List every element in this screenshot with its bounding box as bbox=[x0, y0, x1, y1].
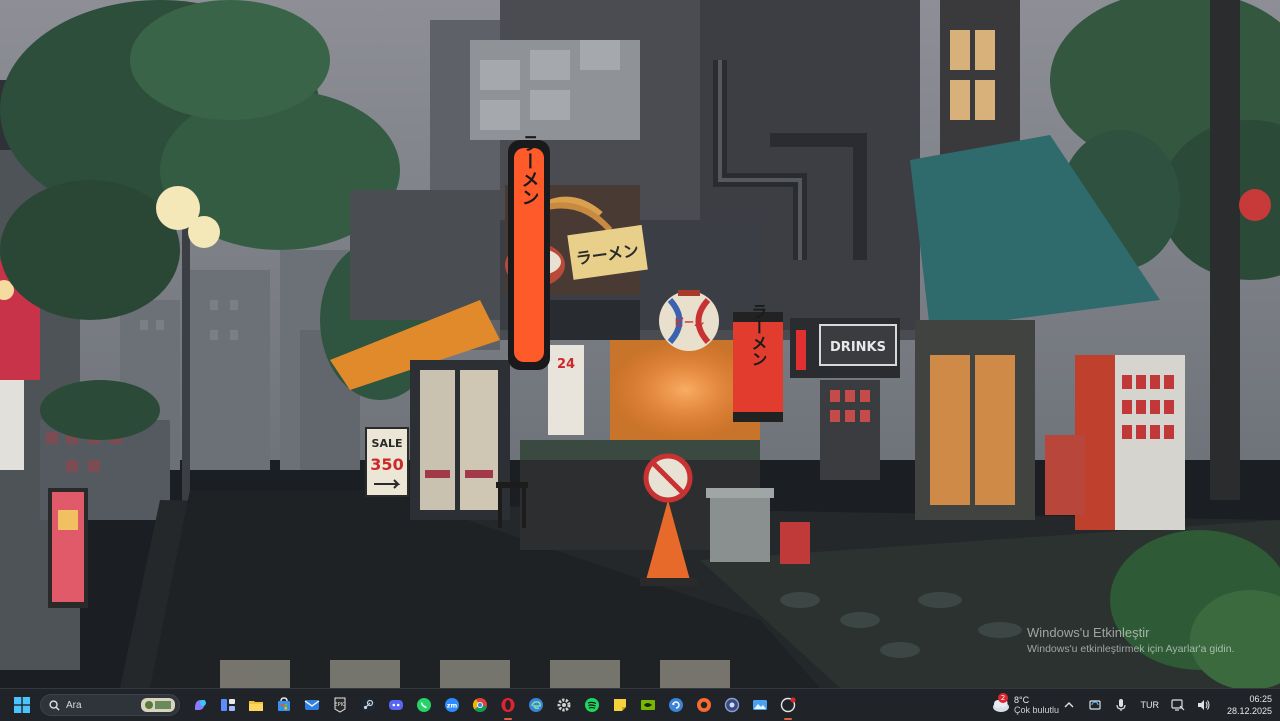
beer-lantern: ビール bbox=[674, 316, 704, 329]
edge-icon bbox=[529, 698, 543, 712]
display-network-icon bbox=[1171, 699, 1185, 711]
settings-icon bbox=[557, 698, 571, 712]
chrome-icon bbox=[472, 698, 487, 713]
zoom-button[interactable]: zm bbox=[440, 693, 464, 717]
activation-subtitle: Windows'u etkinleştirmek için Ayarlar'a … bbox=[1027, 643, 1235, 655]
chevron-up-icon bbox=[1064, 702, 1074, 708]
origin-icon bbox=[697, 698, 711, 712]
input-language[interactable]: TUR bbox=[1140, 700, 1159, 710]
update-icon bbox=[669, 698, 683, 712]
spotify-icon bbox=[585, 698, 599, 712]
microphone-tray-button[interactable] bbox=[1113, 697, 1129, 713]
sticky-notes-button[interactable] bbox=[608, 693, 632, 717]
store-icon bbox=[278, 697, 290, 711]
discord-icon bbox=[389, 700, 403, 710]
taskbar: Ara EPIC zm 2 8°C Çok bulutlu TUR 06:25 … bbox=[0, 688, 1280, 721]
opera-icon bbox=[501, 698, 515, 712]
activation-title: Windows'u Etkinleştir bbox=[1027, 625, 1150, 640]
search-placeholder: Ara bbox=[66, 699, 82, 711]
opera-button[interactable] bbox=[496, 693, 520, 720]
whatsapp-button[interactable] bbox=[412, 693, 436, 717]
pixel-street-scene: 24 ラーメン ラーメン ビール ラーメン DRINKS SALE 350 bbox=[0, 0, 1280, 688]
activation-watermark: Windows'u Etkinleştir Windows'u etkinleş… bbox=[1027, 625, 1234, 655]
epic-games-button[interactable]: EPIC bbox=[328, 693, 352, 717]
whatsapp-business-icon bbox=[780, 697, 796, 713]
app-circle-icon bbox=[724, 697, 740, 713]
app-circle-button[interactable] bbox=[720, 693, 744, 717]
show-hidden-icons-button[interactable] bbox=[1061, 697, 1077, 713]
steam-icon bbox=[361, 698, 375, 712]
network-tray-button[interactable] bbox=[1170, 697, 1186, 713]
epic-games-icon: EPIC bbox=[334, 697, 346, 713]
sale-sign-price: 350 bbox=[370, 455, 403, 474]
chrome-button[interactable] bbox=[468, 693, 492, 717]
weather-badge: 2 bbox=[998, 693, 1008, 703]
whatsapp-business-button[interactable] bbox=[776, 693, 800, 720]
weather-widget[interactable]: 2 8°C Çok bulutlu bbox=[990, 689, 1059, 721]
steam-button[interactable] bbox=[356, 693, 380, 717]
store-button[interactable] bbox=[272, 693, 296, 717]
photos-button[interactable] bbox=[748, 693, 772, 717]
start-button[interactable] bbox=[10, 693, 34, 717]
clock-time: 06:25 bbox=[1249, 694, 1272, 704]
taskbar-search-box[interactable]: Ara bbox=[40, 694, 180, 716]
taskbar-pinned-apps: EPIC zm bbox=[186, 693, 802, 720]
microphone-icon bbox=[1116, 699, 1127, 711]
windows-logo-icon bbox=[14, 697, 30, 713]
file-explorer-button[interactable] bbox=[244, 693, 268, 717]
clock[interactable]: 06:25 28.12.2025 bbox=[1227, 693, 1272, 717]
update-button[interactable] bbox=[664, 693, 688, 717]
clock-date: 28.12.2025 bbox=[1226, 706, 1272, 716]
ramen-lantern: ラーメン bbox=[749, 303, 768, 367]
nvidia-icon bbox=[641, 700, 655, 710]
sync-icon bbox=[1089, 700, 1102, 710]
sticky-notes-icon bbox=[614, 699, 626, 711]
volume-tray-button[interactable] bbox=[1196, 697, 1212, 713]
sale-sign-title: SALE bbox=[372, 437, 403, 450]
search-icon bbox=[49, 699, 60, 711]
origin-button[interactable] bbox=[692, 693, 716, 717]
volume-icon bbox=[1197, 700, 1210, 710]
zoom-icon: zm bbox=[445, 698, 459, 712]
settings-button[interactable] bbox=[552, 693, 576, 717]
file-explorer-icon bbox=[249, 701, 263, 711]
search-highlight-icon bbox=[141, 698, 175, 712]
photos-icon bbox=[753, 700, 767, 710]
sync-tray-button[interactable] bbox=[1087, 697, 1103, 713]
nvidia-button[interactable] bbox=[636, 693, 660, 717]
discord-button[interactable] bbox=[384, 693, 408, 717]
copilot-button[interactable] bbox=[188, 693, 212, 717]
system-tray: TUR 06:25 28.12.2025 bbox=[1056, 689, 1272, 721]
ramen-vertical-neon: ラーメン bbox=[519, 134, 540, 206]
weather-temp: 8°C bbox=[1014, 695, 1030, 705]
drinks-sign: DRINKS bbox=[830, 340, 886, 355]
widgets-icon bbox=[221, 699, 235, 711]
mail-icon bbox=[304, 700, 320, 710]
mail-button[interactable] bbox=[300, 693, 324, 717]
copilot-icon bbox=[195, 700, 206, 710]
edge-button[interactable] bbox=[524, 693, 548, 717]
svg-text:zm: zm bbox=[447, 702, 458, 710]
open-24-sign: 24 bbox=[557, 357, 575, 372]
weather-description: Çok bulutlu bbox=[1014, 705, 1060, 715]
spotify-button[interactable] bbox=[580, 693, 604, 717]
svg-text:EPIC: EPIC bbox=[334, 702, 346, 708]
whatsapp-icon bbox=[417, 698, 431, 712]
widgets-button[interactable] bbox=[216, 693, 240, 717]
desktop-wallpaper: 24 ラーメン ラーメン ビール ラーメン DRINKS SALE 350 bbox=[0, 0, 1280, 688]
